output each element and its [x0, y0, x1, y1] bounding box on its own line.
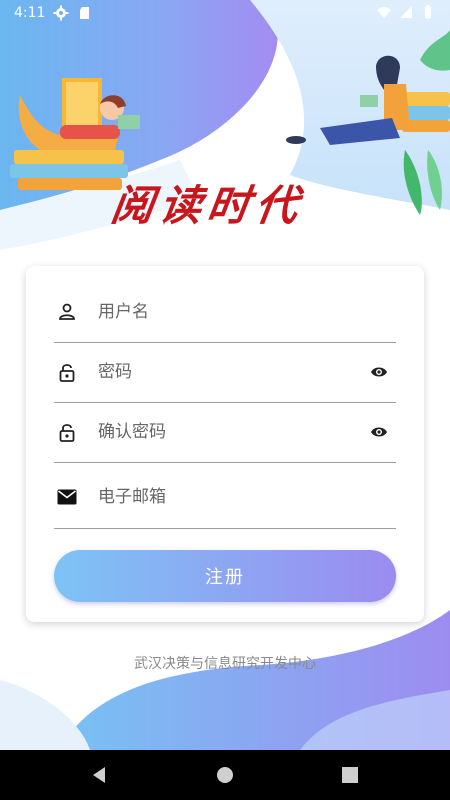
signal-icon [398, 4, 414, 20]
register-card: 注册 [26, 266, 424, 622]
username-field [54, 282, 396, 343]
lock-icon [56, 421, 78, 443]
sd-card-icon [77, 5, 93, 21]
status-time: 4:11 [14, 5, 46, 21]
status-bar: 4:11 [0, 0, 450, 26]
back-icon[interactable] [90, 765, 110, 785]
settings-icon [53, 5, 69, 21]
confirm-password-field [54, 402, 396, 463]
email-icon [56, 486, 78, 508]
password-field [54, 342, 396, 403]
wifi-icon [376, 4, 392, 20]
lock-icon [56, 361, 78, 383]
navigation-bar [0, 750, 450, 800]
username-input[interactable] [96, 291, 396, 333]
battery-icon [420, 4, 436, 20]
register-button[interactable]: 注册 [54, 550, 396, 602]
app-logo: 阅读时代 [108, 181, 307, 230]
eye-icon[interactable] [368, 361, 390, 383]
person-icon [56, 301, 78, 323]
recents-icon[interactable] [340, 765, 360, 785]
confirm-password-input[interactable] [96, 411, 368, 453]
eye-icon[interactable] [368, 421, 390, 443]
email-field [54, 466, 396, 529]
password-input[interactable] [96, 351, 368, 393]
email-input[interactable] [96, 476, 396, 518]
home-icon[interactable] [215, 765, 235, 785]
footer-org: 武汉决策与信息研究开发中心 [134, 656, 316, 672]
